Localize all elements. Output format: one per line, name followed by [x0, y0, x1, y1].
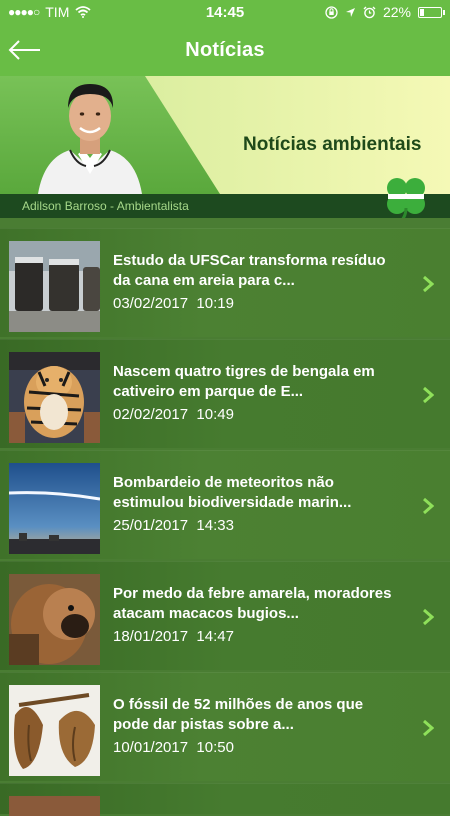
news-datetime: 18/01/2017 14:47 — [113, 628, 234, 645]
chevron-right-icon — [423, 719, 434, 737]
news-datetime: 25/01/2017 14:33 — [113, 517, 234, 534]
battery-level-fill — [420, 8, 424, 16]
tiger-photo-icon — [9, 352, 100, 443]
navigation-bar: Notícias — [0, 24, 450, 76]
status-left: ●●●●○ TIM — [8, 4, 158, 20]
ambientalista-portrait — [38, 84, 142, 194]
news-item[interactable]: O fóssil de 52 milhões de anos que pode … — [0, 672, 450, 781]
news-item[interactable]: Bombardeio de meteoritos não estimulou b… — [0, 450, 450, 559]
news-datetime: 02/02/2017 10:49 — [113, 406, 234, 423]
news-list: Estudo da UFSCar transforma resíduo da c… — [0, 228, 450, 816]
status-bar: ●●●●○ TIM 14:45 22% — [0, 0, 450, 24]
chevron-right-icon — [423, 386, 434, 404]
banner-title: Notícias ambientais — [243, 134, 422, 155]
fossil-photo-icon — [9, 685, 100, 776]
banner-caption: Adilson Barroso - Ambientalista — [22, 199, 189, 213]
page-title: Notícias — [185, 38, 265, 61]
battery-icon — [418, 6, 445, 18]
news-title: Por medo da febre amarela, moradores ata… — [113, 585, 392, 622]
meteor-sky-photo-icon — [9, 463, 100, 554]
monkey-photo-icon — [9, 574, 100, 665]
back-arrow-icon[interactable] — [8, 36, 42, 64]
rotation-lock-icon — [325, 5, 338, 19]
carrier-label: TIM — [45, 4, 70, 20]
header-banner: Notícias ambientais Adilson Barroso - Am… — [0, 76, 450, 218]
battery-percent: 22% — [382, 4, 411, 20]
news-title: O fóssil de 52 milhões de anos que pode … — [113, 696, 364, 733]
banner-caption-strip: Adilson Barroso - Ambientalista — [0, 194, 450, 218]
news-item[interactable]: Nascem quatro tigres de bengala em cativ… — [0, 339, 450, 448]
news-item[interactable]: Estudo da UFSCar transforma resíduo da c… — [0, 228, 450, 337]
chevron-right-icon — [423, 608, 434, 626]
news-title: Bombardeio de meteoritos não estimulou b… — [113, 474, 352, 511]
wifi-icon — [75, 6, 91, 18]
news-datetime: 03/02/2017 10:19 — [113, 295, 234, 312]
clover-logo-icon — [387, 178, 425, 218]
news-title: Estudo da UFSCar transforma resíduo da c… — [113, 252, 386, 289]
signal-icon: ●●●●○ — [8, 5, 40, 19]
chevron-right-icon — [423, 497, 434, 515]
news-datetime: 10/01/2017 10:50 — [113, 739, 234, 756]
partial-photo-icon — [9, 796, 100, 816]
news-item-partial[interactable] — [0, 783, 450, 816]
status-time: 14:45 — [205, 3, 245, 21]
news-title: Nascem quatro tigres de bengala em cativ… — [113, 363, 375, 400]
location-icon — [345, 7, 355, 17]
jars-photo-icon — [9, 241, 100, 332]
chevron-right-icon — [423, 275, 434, 293]
news-item[interactable]: Por medo da febre amarela, moradores ata… — [0, 561, 450, 670]
status-right: 22% — [292, 4, 445, 20]
alarm-icon — [363, 6, 376, 18]
